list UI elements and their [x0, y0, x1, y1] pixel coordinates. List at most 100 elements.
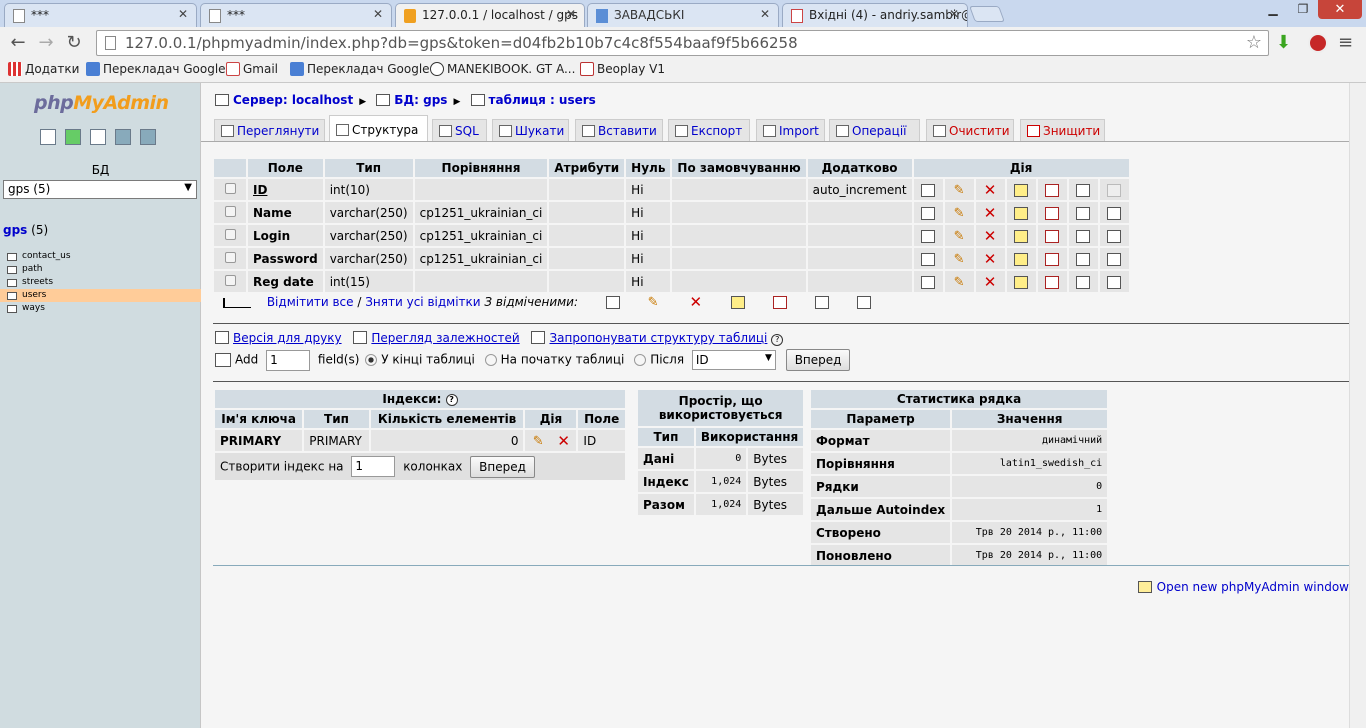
tab-operations[interactable]: Операції [829, 119, 920, 141]
bookmark-beoplay[interactable]: Beoplay V1 [580, 62, 665, 76]
fulltext-icon[interactable] [856, 296, 871, 309]
unique-icon[interactable] [1045, 229, 1060, 243]
delete-icon[interactable]: ✕ [983, 205, 997, 220]
close-tab-icon[interactable]: ✕ [949, 7, 959, 21]
home-icon[interactable] [40, 129, 56, 145]
row-checkbox[interactable] [224, 182, 236, 194]
table-icon[interactable] [7, 305, 17, 313]
star-icon[interactable]: ☆ [1246, 32, 1262, 53]
reload-icon[interactable]: ↻ [64, 33, 84, 53]
phpmyadmin-logo[interactable]: phpMyAdmin [34, 92, 169, 114]
table-icon[interactable] [7, 253, 17, 261]
delete-icon[interactable]: ✕ [690, 295, 704, 310]
table-icon[interactable] [7, 292, 17, 300]
unique-icon[interactable] [1045, 252, 1060, 266]
primary-key-icon[interactable] [1014, 183, 1029, 197]
edit-icon[interactable]: ✎ [952, 253, 966, 266]
close-tab-icon[interactable]: ✕ [373, 7, 383, 21]
scrollbar[interactable] [1349, 83, 1366, 728]
help-icon[interactable]: ? [771, 334, 784, 346]
browser-tab-5[interactable]: Вхідні (4) - andriy.sambir@ ✕ [782, 3, 968, 27]
tab-search[interactable]: Шукати [492, 119, 569, 141]
edit-icon[interactable]: ✎ [952, 184, 966, 197]
primary-key-icon[interactable] [1014, 275, 1029, 289]
field-name[interactable]: ID [248, 179, 323, 200]
bookmark-manekibook[interactable]: MANEKIBOOK. GT A... [430, 62, 575, 76]
after-field-select[interactable]: ID ▼ [691, 350, 776, 370]
index-icon[interactable] [1076, 229, 1091, 243]
row-checkbox[interactable] [224, 251, 236, 263]
new-tab-button[interactable] [969, 6, 1005, 22]
docs-icon[interactable] [140, 129, 156, 145]
address-bar[interactable]: 127.0.0.1/phpmyadmin/index.php?db=gps&to… [96, 30, 1269, 56]
browser-tab-1[interactable]: *** ✕ [4, 3, 197, 27]
download-icon[interactable]: ⬇ [1276, 32, 1291, 53]
table-name[interactable]: path [22, 264, 42, 274]
table-list-item[interactable]: ways [0, 302, 201, 315]
tab-structure[interactable]: Структура [329, 115, 428, 141]
delete-icon[interactable]: ✕ [557, 433, 571, 448]
at-begin-label[interactable]: На початку таблиці [501, 353, 625, 367]
close-tab-icon[interactable]: ✕ [760, 7, 770, 21]
primary-key-icon[interactable] [731, 296, 746, 309]
browse-icon[interactable] [921, 206, 936, 220]
edit-icon[interactable]: ✎ [952, 230, 966, 243]
edit-icon[interactable]: ✎ [648, 296, 662, 309]
table-icon[interactable] [7, 266, 17, 274]
bookmark-gmail[interactable]: Gmail [226, 62, 278, 76]
breadcrumb-server[interactable]: Сервер: localhost [233, 93, 353, 107]
browse-icon[interactable] [921, 183, 936, 197]
fulltext-icon[interactable] [1107, 275, 1122, 289]
extension-icon[interactable] [1308, 33, 1328, 53]
bookmark-translate-2[interactable]: Перекладач Google [290, 62, 430, 76]
close-tab-icon[interactable]: ✕ [566, 7, 576, 21]
fulltext-icon[interactable] [1107, 229, 1122, 243]
uncheck-all-link[interactable]: Зняти усі відмітки [365, 295, 480, 309]
after-radio[interactable] [634, 353, 647, 366]
bookmark-apps[interactable]: Додатки [8, 62, 79, 76]
table-list-item[interactable]: streets [0, 276, 201, 289]
tab-sql[interactable]: SQL [432, 119, 487, 141]
edit-icon[interactable]: ✎ [952, 276, 966, 289]
delete-icon[interactable]: ✕ [983, 251, 997, 266]
browse-icon[interactable] [921, 252, 936, 266]
table-name[interactable]: users [22, 290, 46, 300]
check-all-link[interactable]: Відмітити все [267, 295, 354, 309]
after-label[interactable]: Після [650, 353, 684, 367]
propose-structure-link[interactable]: Запропонувати структуру таблиці [549, 331, 767, 345]
browse-icon[interactable] [605, 296, 620, 309]
row-checkbox[interactable] [224, 228, 236, 240]
tab-import[interactable]: Import [756, 119, 825, 141]
field-name[interactable]: Password [248, 248, 323, 269]
field-name[interactable]: Reg date [248, 271, 323, 292]
edit-icon[interactable]: ✎ [952, 207, 966, 220]
back-icon[interactable]: ← [8, 33, 28, 53]
tab-insert[interactable]: Вставити [575, 119, 663, 141]
tab-drop[interactable]: Знищити [1020, 119, 1105, 141]
minimize-icon[interactable]: ▁ [1260, 2, 1286, 20]
browse-icon[interactable] [921, 229, 936, 243]
restore-icon[interactable]: ❐ [1290, 2, 1316, 20]
exit-icon[interactable] [65, 129, 81, 145]
delete-icon[interactable]: ✕ [983, 228, 997, 243]
table-list-item[interactable]: contact_us [0, 250, 201, 263]
delete-icon[interactable]: ✕ [983, 182, 997, 197]
tab-export[interactable]: Експорт [668, 119, 750, 141]
field-name[interactable]: Login [248, 225, 323, 246]
table-name[interactable]: streets [22, 277, 53, 287]
table-name[interactable]: ways [22, 303, 45, 313]
db-heading[interactable]: gps (5) [3, 223, 48, 237]
at-begin-radio[interactable] [484, 353, 497, 366]
forward-icon[interactable]: → [36, 33, 56, 53]
breadcrumb-table[interactable]: таблиця : users [489, 93, 596, 107]
index-icon[interactable] [1076, 206, 1091, 220]
tab-empty[interactable]: Очистити [926, 119, 1014, 141]
index-icon[interactable] [1076, 275, 1091, 289]
at-end-radio[interactable] [365, 353, 378, 366]
help-icon[interactable]: ? [445, 393, 458, 406]
add-count-input[interactable]: 1 [266, 349, 311, 371]
browser-tab-4[interactable]: ЗАВАДСЬКІ ✕ [587, 3, 779, 27]
print-view-link[interactable]: Версія для друку [233, 331, 342, 345]
open-new-window-link[interactable]: Open new phpMyAdmin window [1137, 580, 1349, 594]
menu-icon[interactable]: ≡ [1338, 32, 1353, 53]
